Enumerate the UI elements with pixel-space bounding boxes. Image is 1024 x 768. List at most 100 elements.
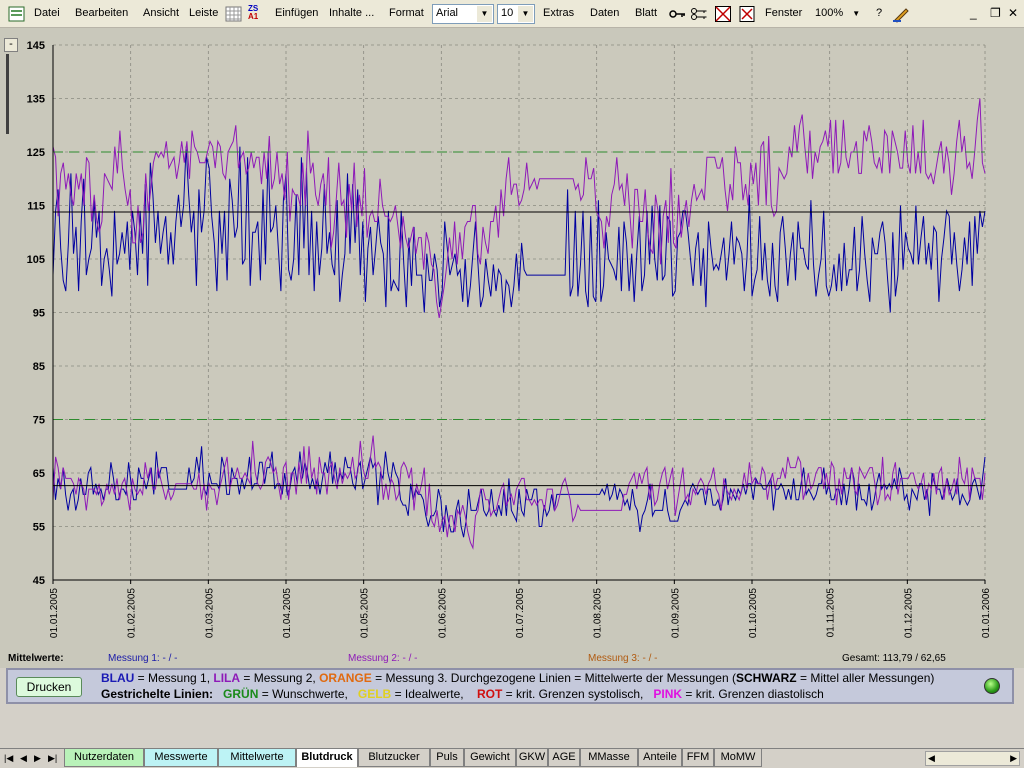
next-sheet-icon[interactable]: ▶ (34, 753, 41, 764)
font-name-value: Arial (436, 7, 459, 19)
legend-line-1: BLAU = Messung 1, LILA = Messung 2, ORAN… (101, 671, 934, 685)
y-tick-label: 45 (33, 575, 45, 587)
legend-segment: = Mittel aller Messungen) (796, 671, 935, 685)
legend-segment: PINK (653, 687, 683, 701)
legend-segment: GRÜN (223, 687, 259, 701)
legend-segment: ROT (476, 687, 503, 701)
sheet-tab-ffm[interactable]: FFM (682, 749, 714, 767)
x-tick-label: 01.06.2005 (437, 588, 448, 638)
legend-segment: SCHWARZ (735, 671, 797, 685)
y-tick-label: 85 (33, 361, 45, 373)
menu-help[interactable]: ? (876, 7, 882, 19)
menu-extras[interactable]: Extras (543, 7, 574, 19)
averages-label: Mittelwerte: (8, 653, 64, 664)
x-tick-label: 01.07.2005 (515, 588, 526, 638)
grid-icon[interactable] (225, 5, 243, 23)
y-tick-label: 75 (33, 415, 45, 427)
y-tick-label: 125 (27, 147, 45, 159)
legend-segment: = Messung 1, (134, 671, 214, 685)
font-size-select[interactable]: 10 ▼ (497, 4, 535, 24)
x-tick-label: 01.04.2005 (282, 588, 293, 638)
y-tick-label: 105 (27, 254, 45, 266)
legend-segment: = Messung 2, (240, 671, 320, 685)
first-sheet-icon[interactable]: |◀ (4, 753, 13, 764)
last-sheet-icon[interactable]: ▶| (48, 753, 57, 764)
sheet-tab-nutzerdaten[interactable]: Nutzerdaten (64, 749, 144, 767)
legend-segment: = krit. Grenzen systolisch, (502, 687, 654, 701)
menu-fenster[interactable]: Fenster (765, 7, 802, 19)
sheet-tab-bar: |◀ ◀ ▶ ▶| Nutzerdaten Messwerte Mittelwert… (0, 748, 1024, 768)
sheet-tab-puls[interactable]: Puls (430, 749, 464, 767)
app-spreadsheet-icon[interactable] (8, 5, 26, 23)
keys-icon[interactable] (690, 5, 708, 23)
zs-a1-icon[interactable]: ZS A1 (248, 5, 266, 23)
y-tick-label: 115 (27, 201, 45, 213)
legend-segment: Gestrichelte Linien: (101, 687, 214, 701)
scroll-left-icon[interactable]: ◀ (928, 753, 935, 764)
menu-einfuegen[interactable]: Einfügen (275, 7, 318, 19)
x-tick-label: 01.12.2005 (903, 588, 914, 638)
scroll-right-icon[interactable]: ▶ (1010, 753, 1017, 764)
chevron-down-icon: ▼ (477, 6, 492, 22)
menu-blatt[interactable]: Blatt (635, 7, 657, 19)
clear-box-icon[interactable] (714, 5, 732, 23)
legend-segment: LILA (213, 671, 241, 685)
print-button[interactable]: Drucken (16, 677, 82, 697)
horizontal-scrollbar[interactable]: ◀ ▶ (925, 751, 1020, 766)
sheet-tab-messwerte[interactable]: Messwerte (144, 749, 218, 767)
chevron-down-icon: ▼ (852, 9, 861, 18)
average-total: Gesamt: 113,79 / 62,65 (842, 653, 946, 664)
menu-bar: Datei Bearbeiten Ansicht Leiste ZS A1 Ei… (0, 0, 1024, 28)
x-tick-label: 01.11.2005 (826, 588, 837, 638)
legend-segment (213, 687, 223, 701)
menu-datei[interactable]: Datei (34, 7, 60, 19)
sheet-tab-blutdruck[interactable]: Blutdruck (296, 749, 358, 767)
x-tick-label: 01.02.2005 (127, 588, 138, 638)
legend-panel: Drucken BLAU = Messung 1, LILA = Messung… (6, 668, 1014, 704)
menu-inhalte[interactable]: Inhalte ... (329, 7, 374, 19)
menu-bearbeiten[interactable]: Bearbeiten (75, 7, 128, 19)
sheet-tab-gkw[interactable]: GKW (516, 749, 548, 767)
prev-sheet-icon[interactable]: ◀ (20, 753, 27, 764)
draw-pen-icon[interactable] (892, 5, 910, 23)
restore-icon[interactable]: ❐ (990, 6, 1001, 20)
x-tick-label: 01.01.2005 (49, 588, 60, 638)
y-tick-label: 135 (27, 94, 45, 106)
legend-segment: = Wunschwerte, (258, 687, 358, 701)
sheet-tab-blutzucker[interactable]: Blutzucker (358, 749, 430, 767)
legend-segment: = krit. Grenzen diastolisch (682, 687, 824, 701)
y-tick-label: 65 (33, 468, 45, 480)
sheet-tab-mittelwerte[interactable]: Mittelwerte (218, 749, 296, 767)
zoom-value: 100% (815, 7, 844, 19)
sheet-tab-gewicht[interactable]: Gewicht (464, 749, 516, 767)
x-tick-label: 01.03.2005 (204, 588, 215, 638)
y-tick-label: 145 (27, 40, 45, 52)
menu-format[interactable]: Format (389, 7, 424, 19)
font-name-select[interactable]: Arial ▼ (432, 4, 494, 24)
key-icon[interactable] (668, 5, 686, 23)
average-measurement-2: Messung 2: - / - (348, 653, 418, 664)
menu-leiste[interactable]: Leiste (189, 7, 218, 19)
x-tick-label: 01.10.2005 (748, 588, 759, 638)
sheet-tab-anteile[interactable]: Anteile (638, 749, 682, 767)
status-led-icon[interactable] (984, 678, 1000, 694)
menu-daten[interactable]: Daten (590, 7, 619, 19)
legend-segment: BLAU (101, 671, 135, 685)
minimize-icon[interactable]: _ (970, 6, 977, 20)
x-tick-label: 01.01.2006 (981, 588, 992, 638)
legend-segment: ORANGE (319, 671, 372, 685)
close-icon[interactable]: ✕ (1008, 6, 1018, 20)
x-tick-label: 01.09.2005 (670, 588, 681, 638)
y-tick-label: 55 (33, 522, 45, 534)
delete-sheet-icon[interactable] (738, 5, 756, 23)
zoom-select[interactable]: 100% ▼ (815, 7, 860, 19)
legend-line-2: Gestrichelte Linien: GRÜN = Wunschwerte,… (101, 687, 824, 701)
sheet-tab-momw[interactable]: MoMW (714, 749, 762, 767)
font-size-value: 10 (501, 7, 514, 19)
menu-ansicht[interactable]: Ansicht (143, 7, 179, 19)
x-tick-label: 01.05.2005 (360, 588, 371, 638)
sheet-tab-mmasse[interactable]: MMasse (580, 749, 638, 767)
a1-icon-text: A1 (248, 12, 259, 21)
x-tick-label: 01.08.2005 (593, 588, 604, 638)
sheet-tab-age[interactable]: AGE (548, 749, 580, 767)
